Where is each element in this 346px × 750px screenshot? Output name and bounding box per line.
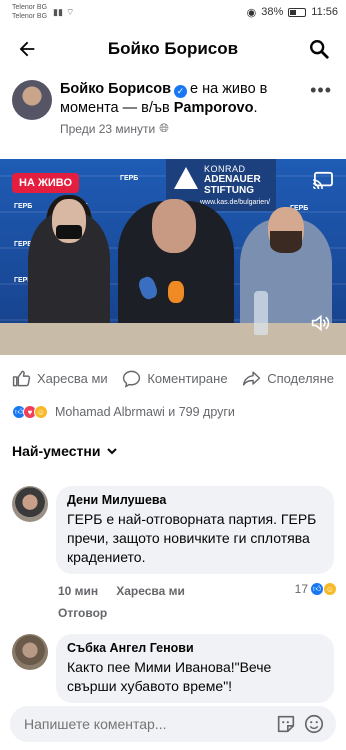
chevron-down-icon: [107, 448, 118, 455]
sticker-icon: [277, 715, 295, 733]
share-button[interactable]: Споделяне: [242, 369, 334, 388]
water-bottle: [254, 291, 268, 335]
comment-text: Както пее Мими Иванова!"Вече свърши хуба…: [67, 659, 272, 694]
speaker-left-mask: [56, 225, 82, 239]
share-arrow-icon: [243, 370, 261, 386]
comment-reaction-count[interactable]: 17 👍︎ ☺: [294, 582, 337, 596]
wifi-icon: ⌔: [65, 6, 75, 17]
arrow-left-icon: [19, 41, 35, 57]
globe-icon: 🌐︎: [159, 121, 169, 135]
share-label: Споделяне: [267, 370, 334, 386]
eye-icon: ◉: [246, 6, 257, 19]
kas-url: www.kas.de/bulgarien/: [200, 199, 271, 206]
live-badge: НА ЖИВО: [12, 173, 80, 193]
comment-item: Събка Ангел Генови Както пее Мими Иванов…: [12, 634, 334, 703]
signal-icon: ▮▮: [53, 6, 63, 17]
comment-bubble: Събка Ангел Генови Както пее Мими Иванов…: [56, 634, 334, 703]
comment-body: Събка Ангел Генови Както пее Мими Иванов…: [56, 634, 334, 703]
comment-reaction-number: 17: [294, 582, 308, 596]
back-button[interactable]: [12, 34, 42, 64]
thumbs-up-icon: [12, 370, 31, 386]
comment-text: ГЕРБ е най-отговорната партия. ГЕРБ преч…: [67, 511, 317, 565]
post-actions: Харесва ми Коментиране Споделяне: [0, 362, 346, 394]
comment-bubble-icon: [123, 370, 141, 388]
carrier-2: Telenor BG: [12, 13, 48, 20]
comment-reply-button[interactable]: Отговор: [56, 598, 334, 620]
carrier-info: Telenor BG Telenor BG: [12, 3, 47, 21]
post-meta: Бойко Борисов ✓ е на живо в момента — в/ъв…: [60, 80, 295, 136]
sort-label: Най-уместни: [12, 443, 101, 459]
comment-bubble: Дени Милушева ГЕРБ е най-отговорната пар…: [56, 486, 334, 574]
smiley-icon: [304, 714, 324, 734]
search-icon: [310, 40, 329, 59]
volume-button[interactable]: [310, 314, 330, 337]
kas-line-3: STIFTUNG: [204, 185, 254, 196]
place-link[interactable]: Pamporovo: [174, 100, 254, 116]
post-time[interactable]: Преди 23 минути: [60, 122, 155, 136]
comment-button[interactable]: Коментиране: [122, 369, 228, 388]
author-name[interactable]: Бойко Борисов: [60, 81, 171, 97]
verified-icon: ✓: [174, 85, 188, 98]
more-options-icon[interactable]: •••: [310, 80, 332, 101]
search-button[interactable]: [304, 34, 334, 64]
commenter-avatar[interactable]: [12, 486, 48, 522]
clock: 11:56: [311, 6, 338, 18]
comment-meta: 10 мин Харесва ми 17 👍︎ ☺: [56, 574, 337, 598]
kas-logo-icon: [174, 167, 198, 189]
comment-time[interactable]: 10 мин: [58, 584, 98, 598]
reactions-text: Mohamad Albrmawi и 799 други: [55, 405, 235, 419]
comment-like-button[interactable]: Харесва ми: [116, 584, 185, 598]
haha-reaction-icon: ☺: [323, 582, 337, 596]
backdrop-tag: ГЕРБ: [120, 175, 139, 182]
conference-table: [0, 323, 346, 355]
top-app-bar: Бойко Борисов: [0, 24, 346, 74]
kas-line-1: KONRAD: [204, 164, 246, 174]
comment-label: Коментиране: [147, 370, 228, 386]
reaction-icons: 👍︎ ♥ ☺: [12, 405, 48, 419]
comment-item: Дени Милушева ГЕРБ е най-отговорната пар…: [12, 486, 337, 620]
comment-body: Дени Милушева ГЕРБ е най-отговорната пар…: [56, 486, 337, 620]
status-right: ◉ 38% 11:56: [247, 6, 338, 19]
like-label: Харесва ми: [37, 370, 108, 386]
battery-icon: [288, 7, 307, 17]
live-video[interactable]: ГЕРБ ГЕРБ ГЕРБ ГЕРБ ГЕРБ ГЕРБ ГЕРБ ГЕРБ …: [0, 159, 346, 355]
volume-icon: [311, 314, 330, 332]
speaker-center-face: [152, 199, 196, 253]
haha-reaction-icon: ☺: [34, 405, 48, 419]
author-avatar[interactable]: [12, 80, 52, 120]
signal-icons: ▮▮ ⌔: [53, 7, 74, 18]
battery-percent: 38%: [261, 6, 284, 18]
post-headline: Бойко Борисов ✓ е на живо в момента — в/ъв…: [60, 81, 268, 116]
kas-line-2: ADENAUER: [204, 174, 261, 185]
commenter-avatar[interactable]: [12, 634, 48, 670]
comment-input[interactable]: [24, 716, 272, 732]
reactions-summary[interactable]: 👍︎ ♥ ☺ Mohamad Albrmawi и 799 други: [12, 405, 235, 419]
post-header: Бойко Борисов ✓ е на живо в момента — в/ъв…: [0, 74, 346, 136]
microphone: [168, 281, 184, 303]
comment-composer: [10, 706, 336, 742]
like-button[interactable]: Харесва ми: [12, 369, 108, 388]
like-reaction-icon: 👍︎: [310, 582, 324, 596]
carrier-1: Telenor BG: [12, 4, 48, 11]
post-time-row: Преди 23 минути 🌐︎: [60, 121, 295, 136]
cast-button[interactable]: [312, 171, 334, 194]
status-bar: Telenor BG Telenor BG ▮▮ ⌔ ◉ 38% 11:56: [0, 0, 346, 24]
commenter-name[interactable]: Събка Ангел Генови: [67, 641, 323, 655]
comment-sort-dropdown[interactable]: Най-уместни: [12, 443, 118, 459]
backdrop-tag: ГЕРБ: [14, 203, 33, 210]
sticker-button[interactable]: [272, 710, 300, 738]
commenter-name[interactable]: Дени Милушева: [67, 493, 323, 507]
page-title: Бойко Борисов: [107, 39, 239, 58]
emoji-button[interactable]: [300, 710, 328, 738]
cast-icon: [312, 171, 333, 190]
speaker-right-beard: [270, 231, 302, 253]
